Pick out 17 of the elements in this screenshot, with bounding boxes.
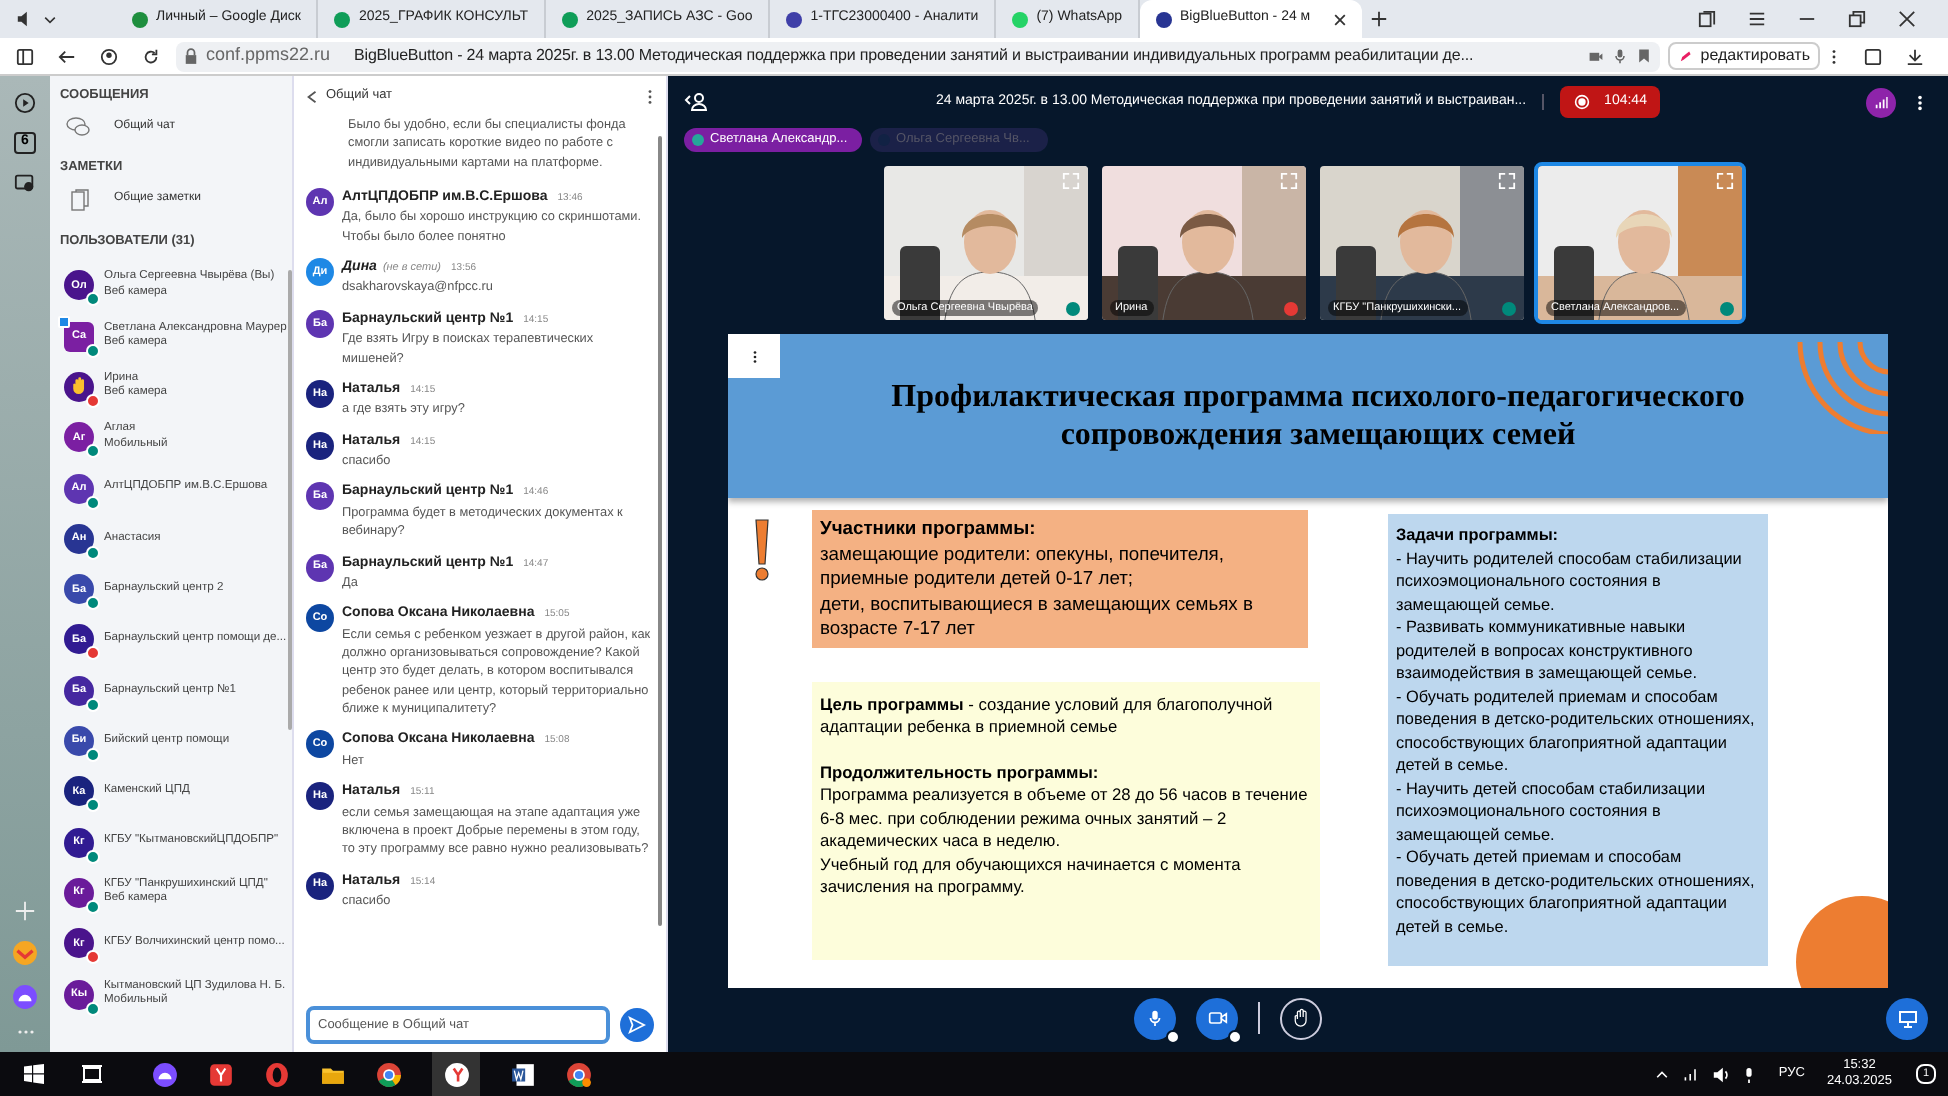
box-heading: Участники программы: [820,516,1038,541]
url-text[interactable]: conf.ppms22.ru [206,42,331,70]
slide-title: Профилактическая программа психолого-педагогического сопровождения замещающих семей [889,378,1747,454]
task-item: - Развивать коммуникативные навыки родителей в вопросах конструктивного взаимодействия в замещающей семье. [1396,616,1699,685]
edit-button[interactable]: редактировать [1668,42,1820,70]
box-text: Учебный год для обучающихся начинается с момента зачисления на программу. [820,853,1243,899]
task-item: - Научить детей способам стабилизации психоэмоционального состояния в замещающей семье. [1396,777,1708,846]
box-heading: Продолжительность программы: [820,761,1101,784]
task-item: - Обучать родителей приемам и способам поведения в детско-родительских отношениях, способствующих благоприятной адаптации детей в семье. [1396,685,1757,777]
box-text: Программа реализуется в объеме от 28 до 56 часов в течение 6-8 мес. при соблюдении режима очных занятий – 2 академических часа в неделю. [820,784,1310,853]
box-text: дети, воспитывающиеся в замещающих семьях в возрасте 7-17 лет [820,591,1255,641]
page-title: BigBlueButton - 24 марта 2025г. в 13.00 Методическая поддержка при проведении занятий и выстраивании индивидуальных программ реабилитации де... [354,44,1474,68]
box-text: замещающие родители: опекуны, попечителя, приемные родители детей 0-17 лет; [820,541,1226,591]
goal-text: Цель программы - создание условий для благополучной адаптации ребенка в приемной семье [820,693,1275,739]
box-heading: Задачи программы: [1396,524,1561,547]
task-item: - Обучать детей приемам и способам поведения в детско-родительских отношениях, способствующих благоприятной адаптации детей в семье. [1396,846,1757,938]
task-item: - Научить родителей способам стабилизации психоэмоционального состояния в замещающей семье. [1396,547,1744,616]
